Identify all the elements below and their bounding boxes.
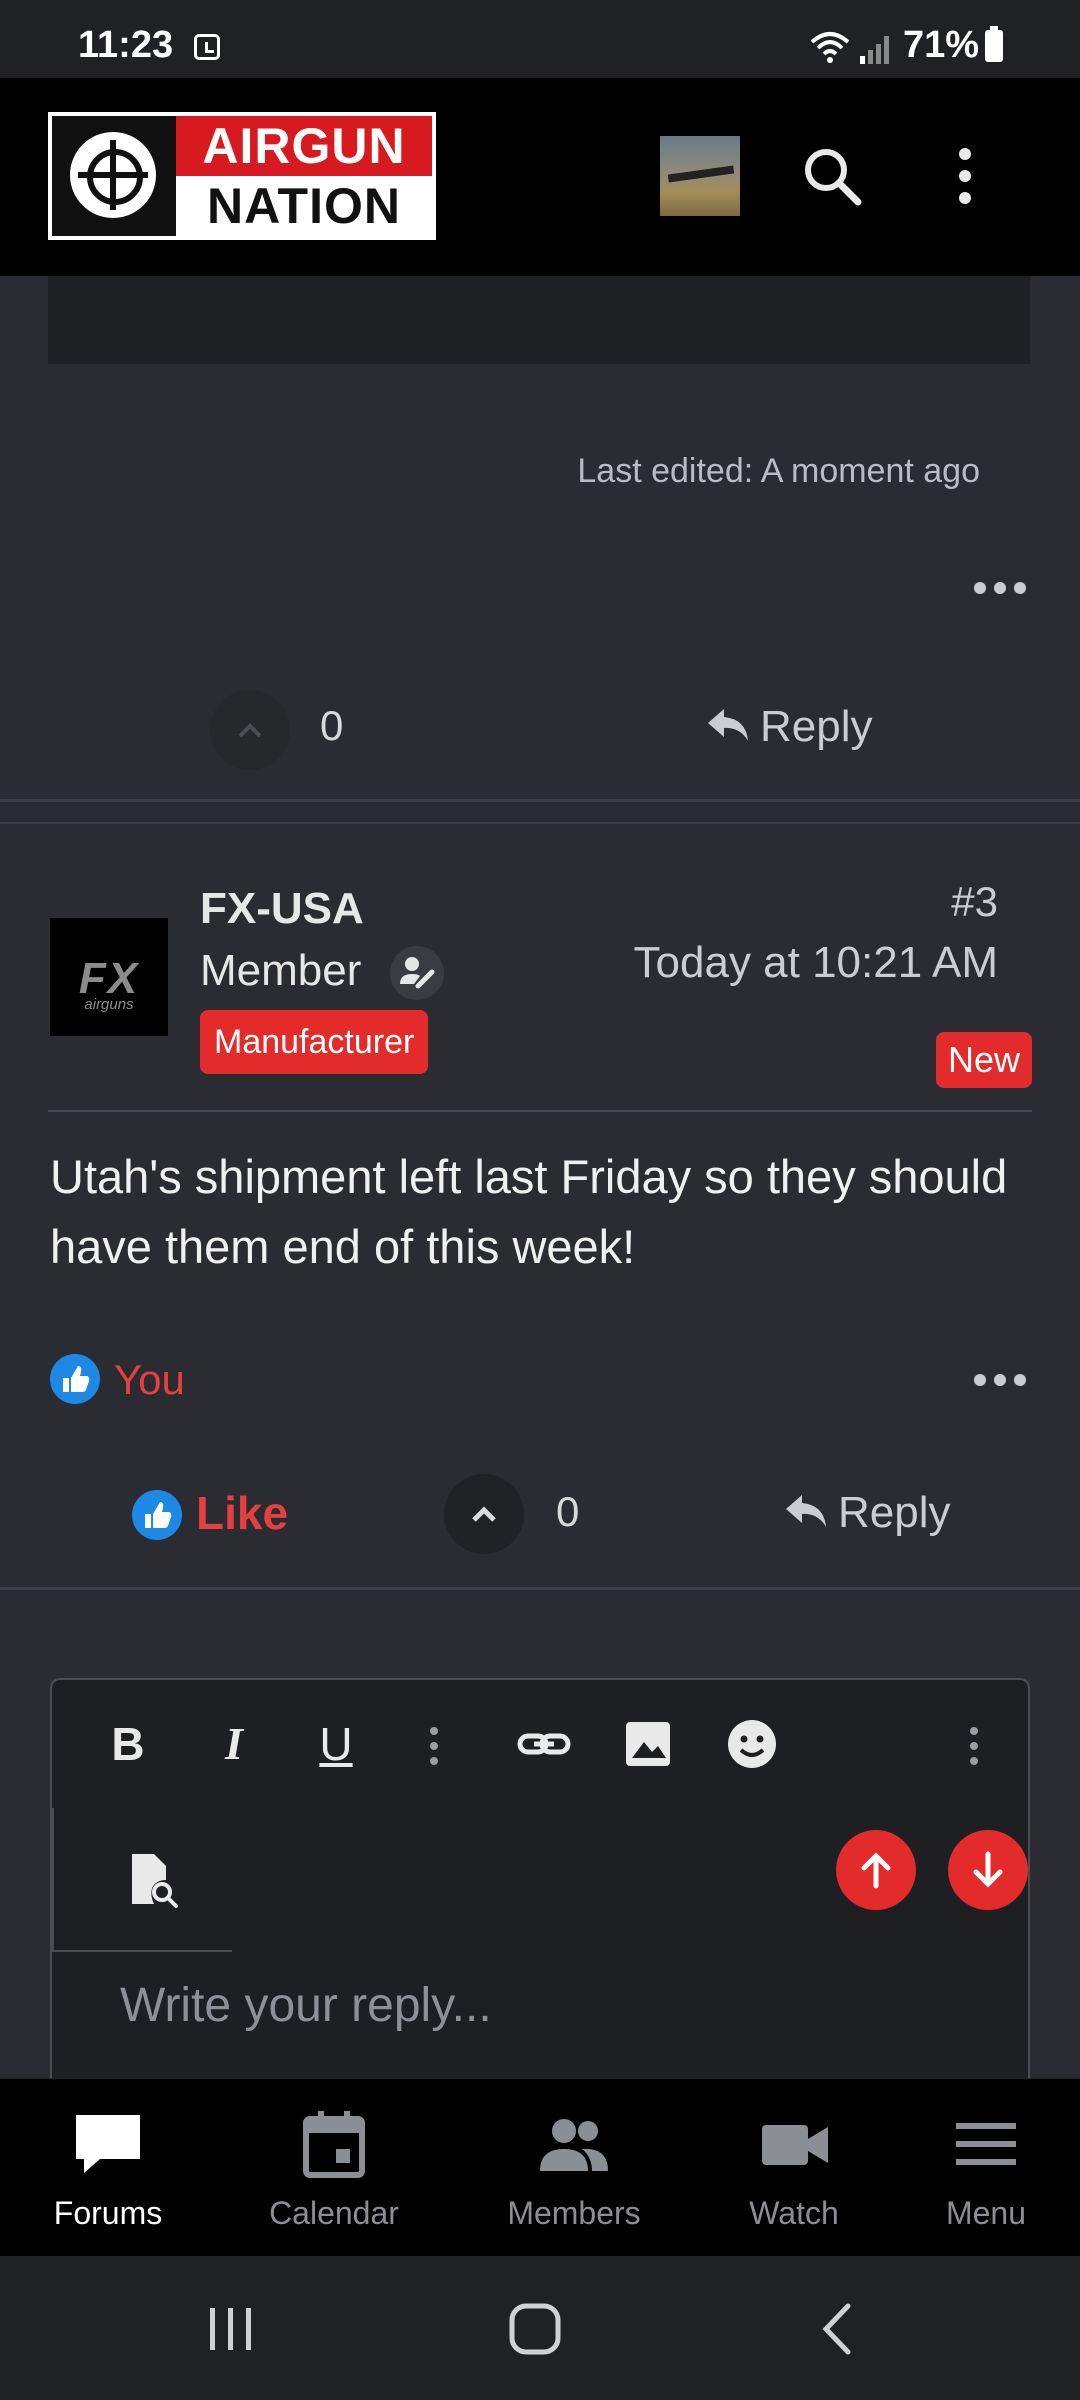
arrow-down-icon xyxy=(973,1851,1003,1888)
nav-watch[interactable]: Watch xyxy=(696,2079,892,2257)
italic-button[interactable]: I xyxy=(204,1714,264,1774)
post-timestamp[interactable]: Today at 10:21 AM xyxy=(634,938,998,988)
previous-post: Last edited: A moment ago 0 Reply xyxy=(0,276,1080,802)
more-text-options-icon[interactable] xyxy=(428,1726,440,1766)
preview-icon[interactable] xyxy=(122,1850,182,1910)
new-badge: New xyxy=(935,1032,1032,1088)
reacted-by: You xyxy=(114,1356,185,1403)
system-navigation-bar xyxy=(0,2256,1080,2400)
home-icon[interactable] xyxy=(508,2302,562,2356)
bold-button[interactable]: B xyxy=(98,1714,158,1774)
hamburger-icon xyxy=(956,2123,1016,2165)
crosshair-logo-icon xyxy=(52,116,176,236)
post-image xyxy=(48,276,1030,364)
nav-forums[interactable]: Forums xyxy=(0,2079,216,2257)
status-bar: 11:23 71% xyxy=(0,0,1080,78)
logo-line-1: AIRGUN xyxy=(176,116,432,176)
nav-label: Members xyxy=(507,2195,641,2231)
chevron-up-icon xyxy=(472,1506,496,1522)
chat-bubble-icon xyxy=(76,2115,140,2173)
nav-label: Forums xyxy=(53,2195,163,2231)
scroll-down-button[interactable] xyxy=(948,1830,1028,1910)
scroll-up-button[interactable] xyxy=(836,1830,916,1910)
divider xyxy=(48,1110,1032,1112)
nav-members[interactable]: Members xyxy=(452,2079,696,2257)
nav-menu[interactable]: Menu xyxy=(892,2079,1080,2257)
reply-button[interactable]: Reply xyxy=(784,1488,951,1538)
wifi-icon xyxy=(810,32,850,63)
search-icon[interactable] xyxy=(800,144,864,208)
people-icon xyxy=(540,2119,608,2171)
video-camera-icon xyxy=(762,2125,828,2165)
thread-content[interactable]: Last edited: A moment ago 0 Reply FX air… xyxy=(0,276,1080,2078)
reply-arrow-icon xyxy=(708,709,748,741)
upvote-button[interactable] xyxy=(444,1474,524,1554)
logo-line-2: NATION xyxy=(176,176,432,236)
battery-percent: 71% xyxy=(903,24,980,66)
reply-arrow-icon xyxy=(786,1495,826,1527)
nav-label: Watch xyxy=(749,2195,839,2231)
post-number[interactable]: #3 xyxy=(951,878,998,926)
avatar-logo-subtext: airguns xyxy=(84,996,134,1013)
member-edit-icon xyxy=(390,946,444,1000)
divider xyxy=(52,1808,54,1952)
like-label: Like xyxy=(196,1487,289,1539)
upvote-button[interactable] xyxy=(210,690,290,770)
more-horizontal-icon[interactable] xyxy=(972,1370,1028,1390)
calendar-icon xyxy=(303,2111,365,2178)
vote-count: 0 xyxy=(320,702,344,749)
reply-label: Reply xyxy=(760,702,873,751)
arrow-up-icon xyxy=(861,1852,891,1889)
divider xyxy=(52,1950,232,1952)
status-time: 11:23 xyxy=(78,24,174,66)
quick-reply: B I U Write your reply... xyxy=(0,1638,1080,2078)
emoji-icon[interactable] xyxy=(722,1714,782,1774)
app-header: AIRGUN NATION xyxy=(0,78,1080,276)
more-vertical-icon[interactable] xyxy=(950,144,980,208)
author-username[interactable]: FX-USA xyxy=(200,884,364,934)
nav-label: Menu xyxy=(945,2195,1027,2231)
author-role: Member xyxy=(200,946,362,995)
site-logo[interactable]: AIRGUN NATION xyxy=(48,112,436,240)
back-icon[interactable] xyxy=(818,2300,858,2358)
vote-count: 0 xyxy=(556,1488,580,1535)
alarm-clock-icon xyxy=(194,34,220,60)
reply-button[interactable]: Reply xyxy=(706,702,873,752)
bottom-navigation: Forums Calendar Members Watch Menu xyxy=(0,2078,1080,2256)
more-horizontal-icon[interactable] xyxy=(972,578,1028,598)
reply-editor[interactable]: B I U Write your reply... xyxy=(50,1678,1030,2078)
author-avatar[interactable]: FX airguns xyxy=(50,918,168,1036)
image-icon[interactable] xyxy=(618,1714,678,1774)
manufacturer-badge: Manufacturer xyxy=(200,1010,429,1074)
reply-input-placeholder[interactable]: Write your reply... xyxy=(120,1978,492,2033)
thumbs-up-icon xyxy=(132,1490,182,1540)
reply-label: Reply xyxy=(838,1488,951,1537)
nav-label: Calendar xyxy=(269,2195,399,2231)
nav-calendar[interactable]: Calendar xyxy=(216,2079,452,2257)
more-vertical-icon[interactable] xyxy=(968,1726,980,1766)
last-edited-note: Last edited: A moment ago xyxy=(577,452,980,490)
chevron-up-icon xyxy=(238,723,262,738)
recent-apps-icon[interactable] xyxy=(206,2304,258,2354)
thumbs-up-icon xyxy=(50,1354,100,1404)
post-message: Utah's shipment left last Friday so they… xyxy=(50,1150,1008,1273)
link-icon[interactable] xyxy=(514,1714,574,1774)
post-card: FX airguns FX-USA Member Manufacturer #3… xyxy=(0,822,1080,1590)
battery-icon xyxy=(985,26,1003,62)
underline-button[interactable]: U xyxy=(306,1714,366,1774)
user-avatar[interactable] xyxy=(660,136,740,216)
signal-icon xyxy=(860,36,889,64)
